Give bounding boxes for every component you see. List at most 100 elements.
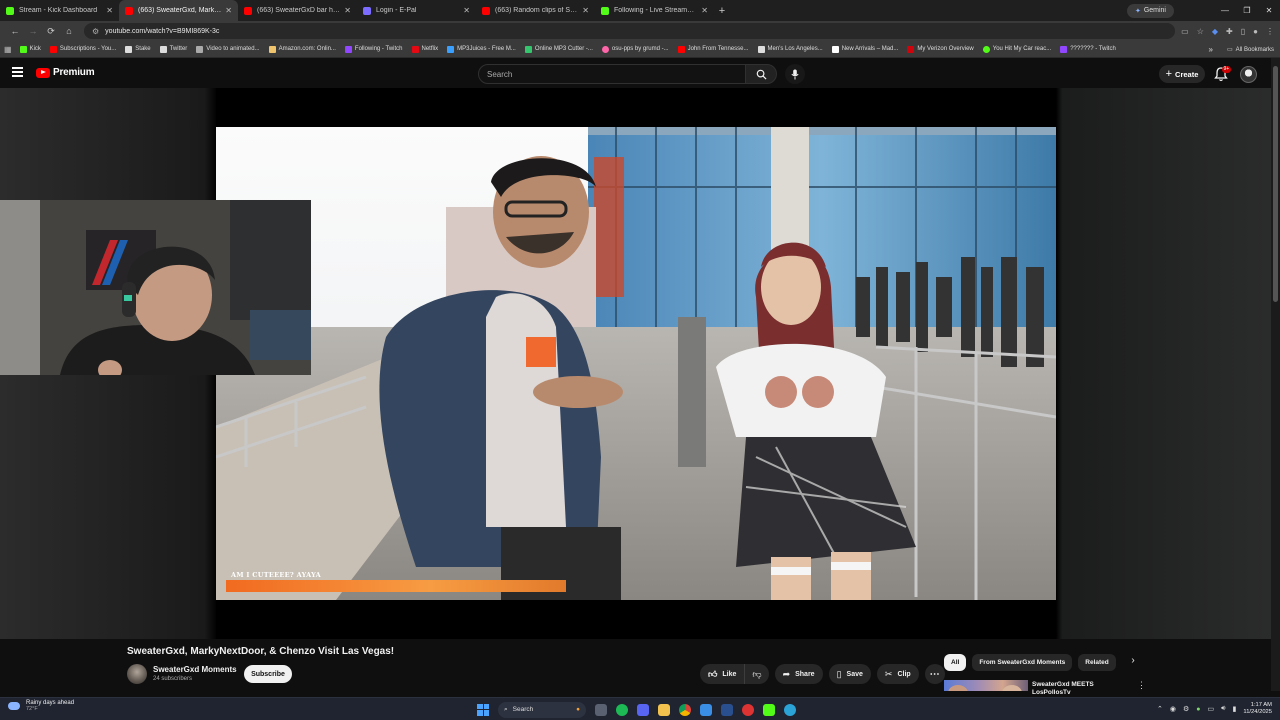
bookmark-video-to-animated[interactable]: Video to animated... — [196, 45, 260, 53]
page-scrollbar[interactable] — [1271, 58, 1280, 691]
channel-name[interactable]: SweaterGxd Moments — [153, 665, 237, 674]
more-actions-button[interactable]: ⋯ — [924, 664, 945, 684]
spotify-icon[interactable] — [616, 703, 628, 716]
bookmark-you-hit-my-car[interactable]: You Hit My Car reac... — [982, 45, 1052, 53]
clip-button[interactable]: ✂ Clip — [876, 664, 919, 684]
bookmark-netflix[interactable]: Netflix — [411, 45, 438, 53]
browser-tab-kick-dashboard[interactable]: Stream - Kick Dashboard ✕ — [0, 0, 119, 21]
browser-tab-youtube-bar-hopping[interactable]: (663) SweaterGxD bar hopping ✕ — [238, 0, 357, 21]
tray-mic-icon[interactable]: ● — [1196, 706, 1200, 713]
photos-icon[interactable] — [700, 703, 712, 716]
media-app-icon[interactable] — [721, 703, 733, 716]
browser-tab-epal-login[interactable]: Login - E-Pal ✕ — [357, 0, 476, 21]
bookmark-twitch-unknown[interactable]: ??????? - Twitch — [1060, 45, 1116, 53]
volume-icon[interactable]: 🔊︎ — [1221, 705, 1225, 713]
chip-all[interactable]: All — [944, 654, 967, 671]
more-menu-icon[interactable]: ⋮ — [1266, 27, 1274, 36]
weather-widget[interactable]: Rainy days ahead 72°F — [8, 700, 74, 712]
taskbar-search[interactable]: ⌕ Search ● — [498, 701, 586, 718]
share-button[interactable]: ➦ Share — [774, 664, 823, 684]
windows-start-icon[interactable] — [477, 703, 489, 716]
reload-icon[interactable]: ⟳ — [42, 26, 60, 37]
channel-avatar[interactable] — [127, 664, 147, 684]
site-info-icon[interactable]: ⚙ — [92, 27, 99, 36]
video-player[interactable] — [216, 88, 1056, 639]
extensions-puzzle-icon[interactable]: ✚ — [1226, 27, 1233, 36]
edge-icon[interactable] — [784, 703, 796, 716]
obs-icon[interactable] — [742, 703, 754, 716]
bookmark-mens-los-angeles[interactable]: Men's Los Angeles... — [757, 45, 823, 53]
bookmark-mp3juices[interactable]: MP3Juices - Free M... — [447, 45, 516, 53]
close-tab-icon[interactable]: ✕ — [225, 6, 232, 15]
browser-tab-kick-following[interactable]: Following - Live Streams on Kick ✕ — [595, 0, 714, 21]
bookmark-star-icon[interactable]: ☆ — [1197, 27, 1204, 36]
close-tab-icon[interactable]: ✕ — [463, 6, 470, 15]
chevron-right-icon[interactable]: › — [1126, 655, 1140, 671]
folder-icon[interactable] — [658, 703, 670, 716]
bookmark-new-arrivals[interactable]: New Arrivals – Mad... — [831, 45, 898, 53]
hamburger-menu-icon[interactable] — [12, 67, 23, 79]
profile-icon[interactable]: ● — [1253, 27, 1258, 36]
close-window-icon[interactable]: ✕ — [1258, 6, 1280, 15]
voice-search-button[interactable] — [785, 64, 805, 84]
new-tab-button[interactable]: + — [714, 0, 730, 21]
bookmark-label: You Hit My Car reac... — [992, 46, 1052, 52]
gemini-button[interactable]: ✦ Gemini — [1126, 3, 1174, 18]
subscribe-button[interactable]: Subscribe — [244, 665, 292, 683]
cutter-icon — [524, 45, 532, 53]
bookmark-twitter[interactable]: Twitter — [159, 45, 187, 53]
restore-icon[interactable]: ❐ — [1236, 6, 1258, 15]
url-input[interactable]: ⚙ youtube.com/watch?v=B9MI869K-3c — [84, 23, 1176, 39]
like-button[interactable]: 👍︎ Like — [700, 664, 746, 684]
recommended-video-thumbnail[interactable] — [944, 680, 1028, 691]
network-icon[interactable]: ▭ — [1208, 705, 1215, 713]
search-input[interactable]: Search — [478, 64, 746, 84]
search-button[interactable] — [745, 64, 777, 84]
extension-icon[interactable]: ◆ — [1212, 27, 1218, 36]
chip-from-channel[interactable]: From SweaterGxd Moments — [972, 654, 1073, 671]
home-icon[interactable]: ⌂ — [60, 26, 78, 36]
create-button[interactable]: + Create — [1159, 65, 1205, 83]
kick-app-icon[interactable] — [763, 703, 775, 716]
close-tab-icon[interactable]: ✕ — [701, 6, 708, 15]
bookmark-subscriptions[interactable]: Subscriptions - You... — [49, 45, 116, 53]
forward-arrow-icon[interactable]: → — [24, 26, 42, 36]
save-button[interactable]: ▯ Save — [828, 664, 871, 684]
bookmark-stake[interactable]: Stake — [125, 45, 151, 53]
close-tab-icon[interactable]: ✕ — [344, 6, 351, 15]
chevron-right-icon[interactable]: » — [1209, 45, 1213, 54]
sidebar-icon[interactable]: ▯ — [1241, 27, 1245, 36]
bookmark-osu-pps[interactable]: osu-pps by grumd -... — [601, 45, 669, 53]
dislike-button[interactable]: 👎︎ — [745, 664, 768, 684]
youtube-premium-logo[interactable]: Premium — [36, 67, 95, 78]
file-manager-icon[interactable] — [595, 703, 607, 716]
bookmark-mp3-cutter[interactable]: Online MP3 Cutter -... — [524, 45, 593, 53]
all-bookmarks-button[interactable]: » ▭ All Bookmarks — [1209, 41, 1274, 58]
clock[interactable]: 1:17 AM 11/24/2025 — [1243, 702, 1272, 716]
browser-tab-youtube-active[interactable]: (663) SweaterGxd, MarkyNextDoor ✕ — [119, 0, 238, 21]
discord-icon[interactable] — [637, 703, 649, 716]
battery-icon[interactable]: ▮ — [1233, 705, 1237, 713]
browser-tab-youtube-random-clips[interactable]: (663) Random clips of Sweater ✕ — [476, 0, 595, 21]
chip-related[interactable]: Related — [1078, 654, 1116, 671]
bookmark-john-from-tennessee[interactable]: John From Tennesse... — [677, 45, 749, 53]
tray-settings-icon[interactable]: ⚙ — [1183, 705, 1189, 713]
bookmark-kick[interactable]: Kick — [19, 45, 41, 53]
chrome-icon[interactable] — [679, 703, 691, 716]
stake-icon — [125, 45, 133, 53]
account-avatar[interactable] — [1240, 66, 1257, 83]
back-arrow-icon[interactable]: ← — [6, 26, 24, 36]
recommended-video-title[interactable]: SweaterGxd MEETS LosPollosTv — [1032, 681, 1094, 697]
more-vertical-icon[interactable]: ⋮ — [1137, 680, 1146, 691]
bookmark-amazon[interactable]: Amazon.com: Onlin... — [268, 45, 336, 53]
minimize-icon[interactable]: — — [1214, 6, 1236, 15]
tray-app-icon[interactable]: ◉ — [1170, 705, 1176, 713]
close-tab-icon[interactable]: ✕ — [582, 6, 589, 15]
chevron-up-icon[interactable]: ⌃ — [1157, 705, 1163, 713]
install-app-icon[interactable]: ▭ — [1181, 27, 1189, 36]
scrollbar-thumb[interactable] — [1273, 66, 1278, 302]
close-tab-icon[interactable]: ✕ — [106, 6, 113, 15]
bookmark-twitch-following[interactable]: Following - Twitch — [344, 45, 403, 53]
bookmark-verizon[interactable]: My Verizon Overview — [907, 45, 974, 53]
apps-grid-icon[interactable]: ▦ — [4, 45, 12, 54]
